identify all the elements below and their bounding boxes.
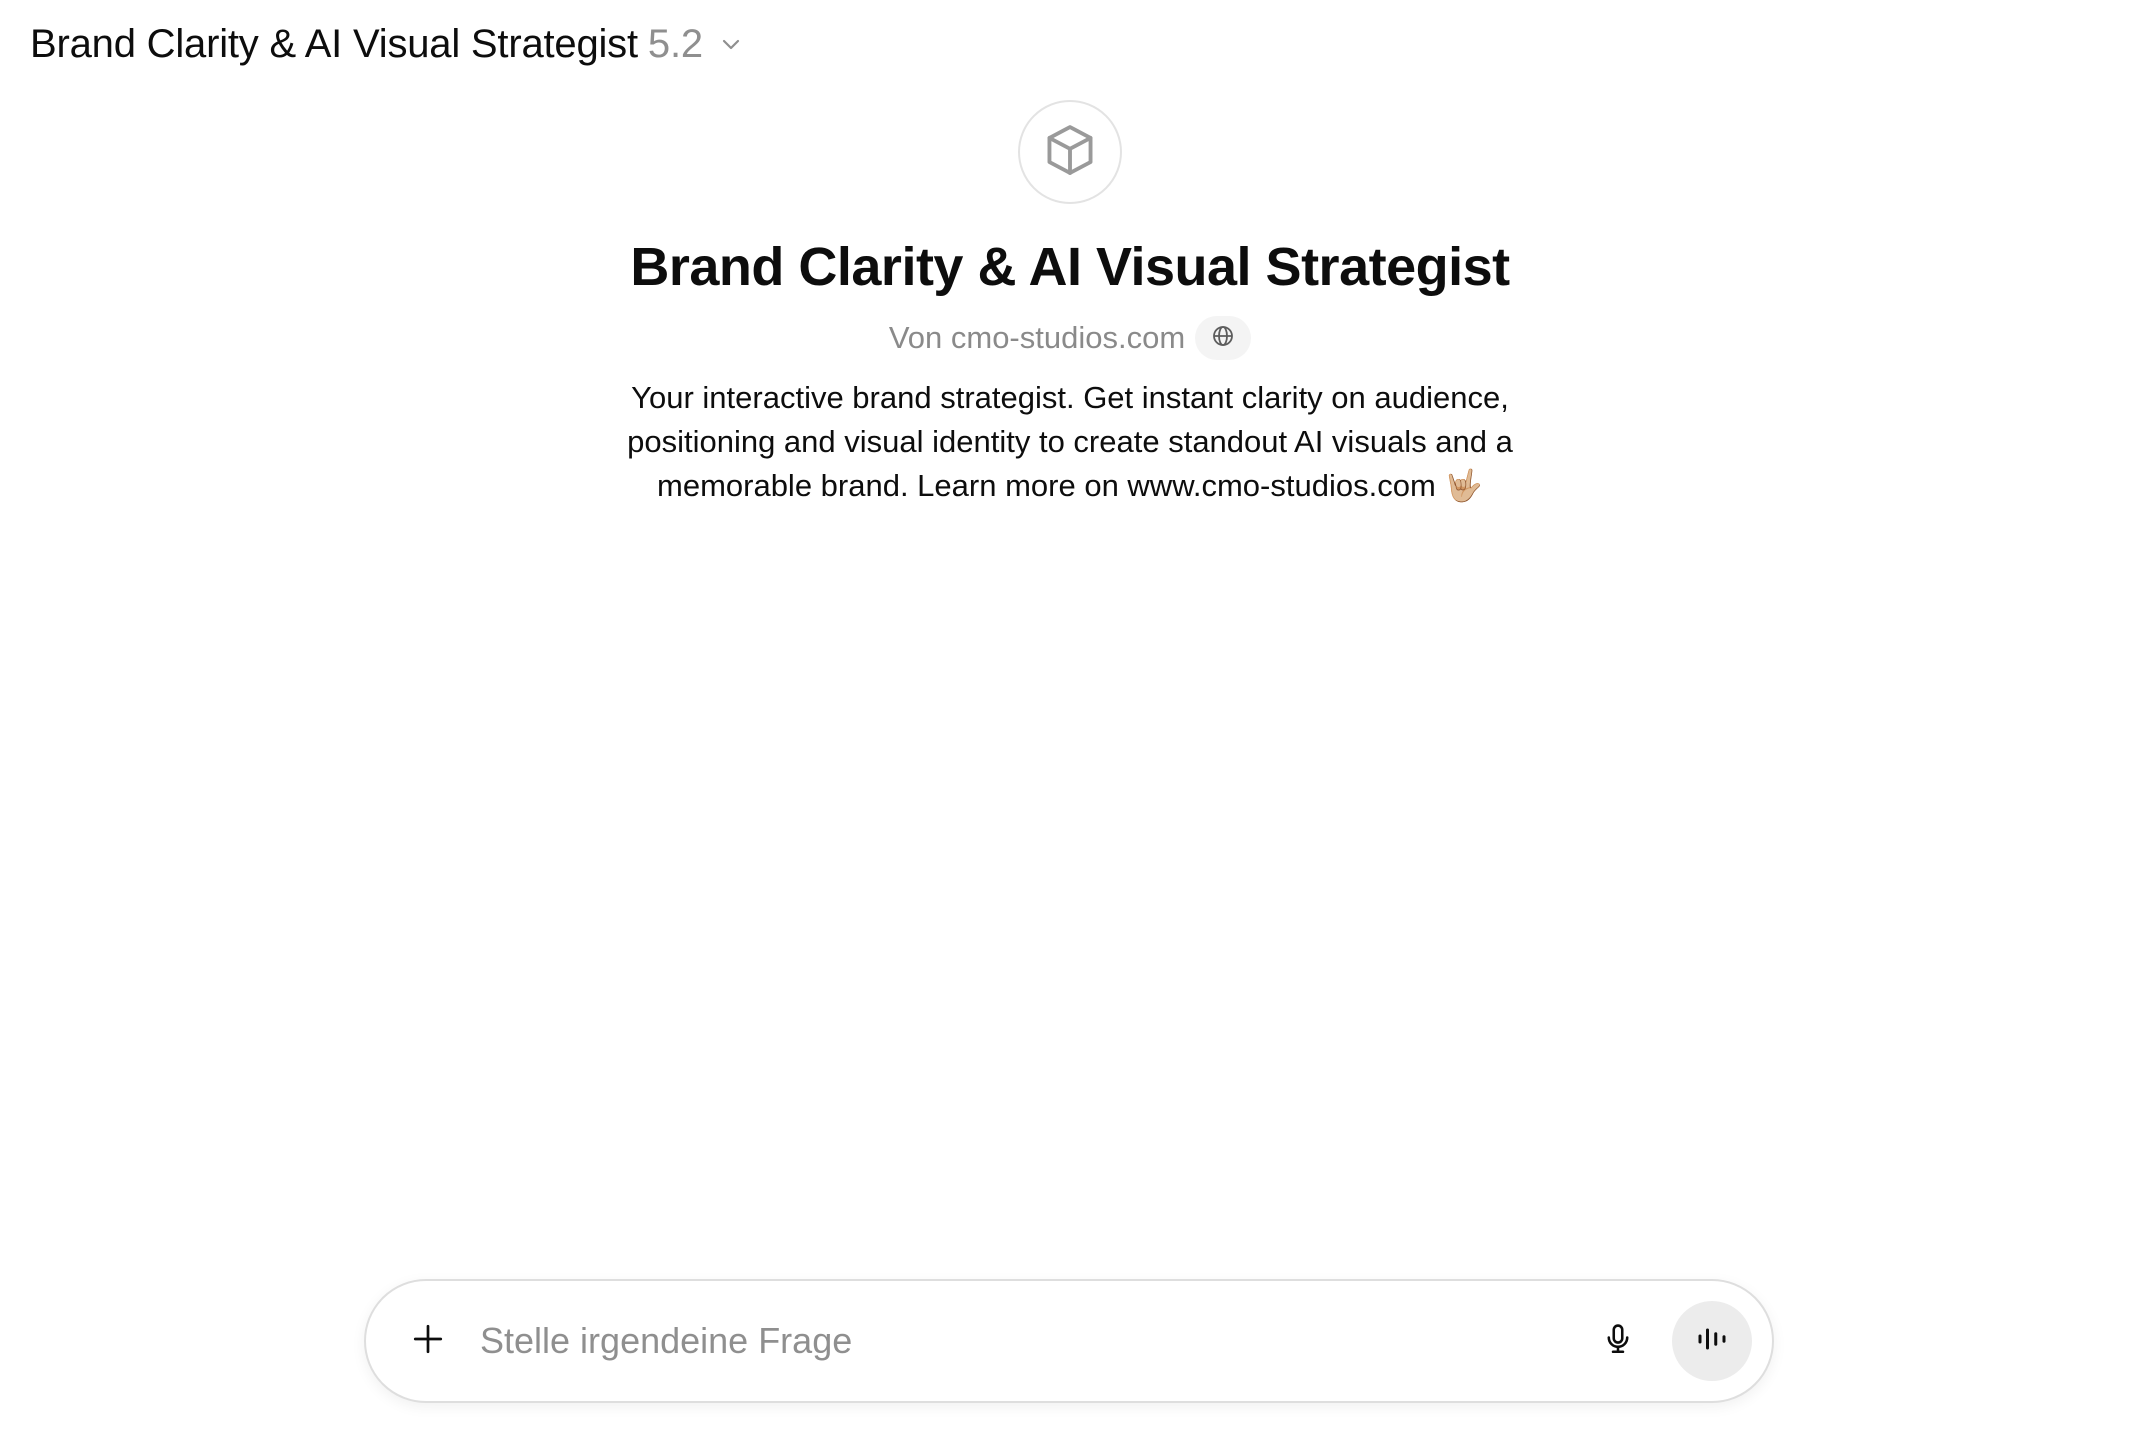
cube-icon (1041, 121, 1099, 184)
gpt-title: Brand Clarity & AI Visual Strategist (630, 237, 1510, 297)
gpt-intro: Brand Clarity & AI Visual Strategist Von… (0, 100, 2140, 508)
voice-waveform-icon (1694, 1321, 1730, 1362)
chevron-down-icon (717, 30, 745, 58)
website-link-button[interactable] (1195, 316, 1252, 360)
prompt-input[interactable] (480, 1311, 1586, 1371)
prompt-composer (364, 1279, 1774, 1403)
dictate-button[interactable] (1586, 1309, 1650, 1373)
microphone-icon (1601, 1322, 1635, 1361)
attach-button[interactable] (396, 1309, 460, 1373)
gpt-description: Your interactive brand strategist. Get i… (627, 380, 1513, 503)
author-byline: Von cmo-studios.com (888, 320, 1186, 355)
plus-icon (410, 1321, 446, 1362)
gpt-avatar (1018, 100, 1122, 204)
voice-mode-button[interactable] (1672, 1301, 1752, 1381)
gpt-byline: Von cmo-studios.com (888, 316, 1252, 360)
gpt-model-selector[interactable]: Brand Clarity & AI Visual Strategist 5.2 (30, 18, 745, 70)
model-version-label: 5.2 (647, 21, 703, 66)
globe-icon (1211, 324, 1235, 353)
gpt-name-label: Brand Clarity & AI Visual Strategist (30, 21, 638, 66)
